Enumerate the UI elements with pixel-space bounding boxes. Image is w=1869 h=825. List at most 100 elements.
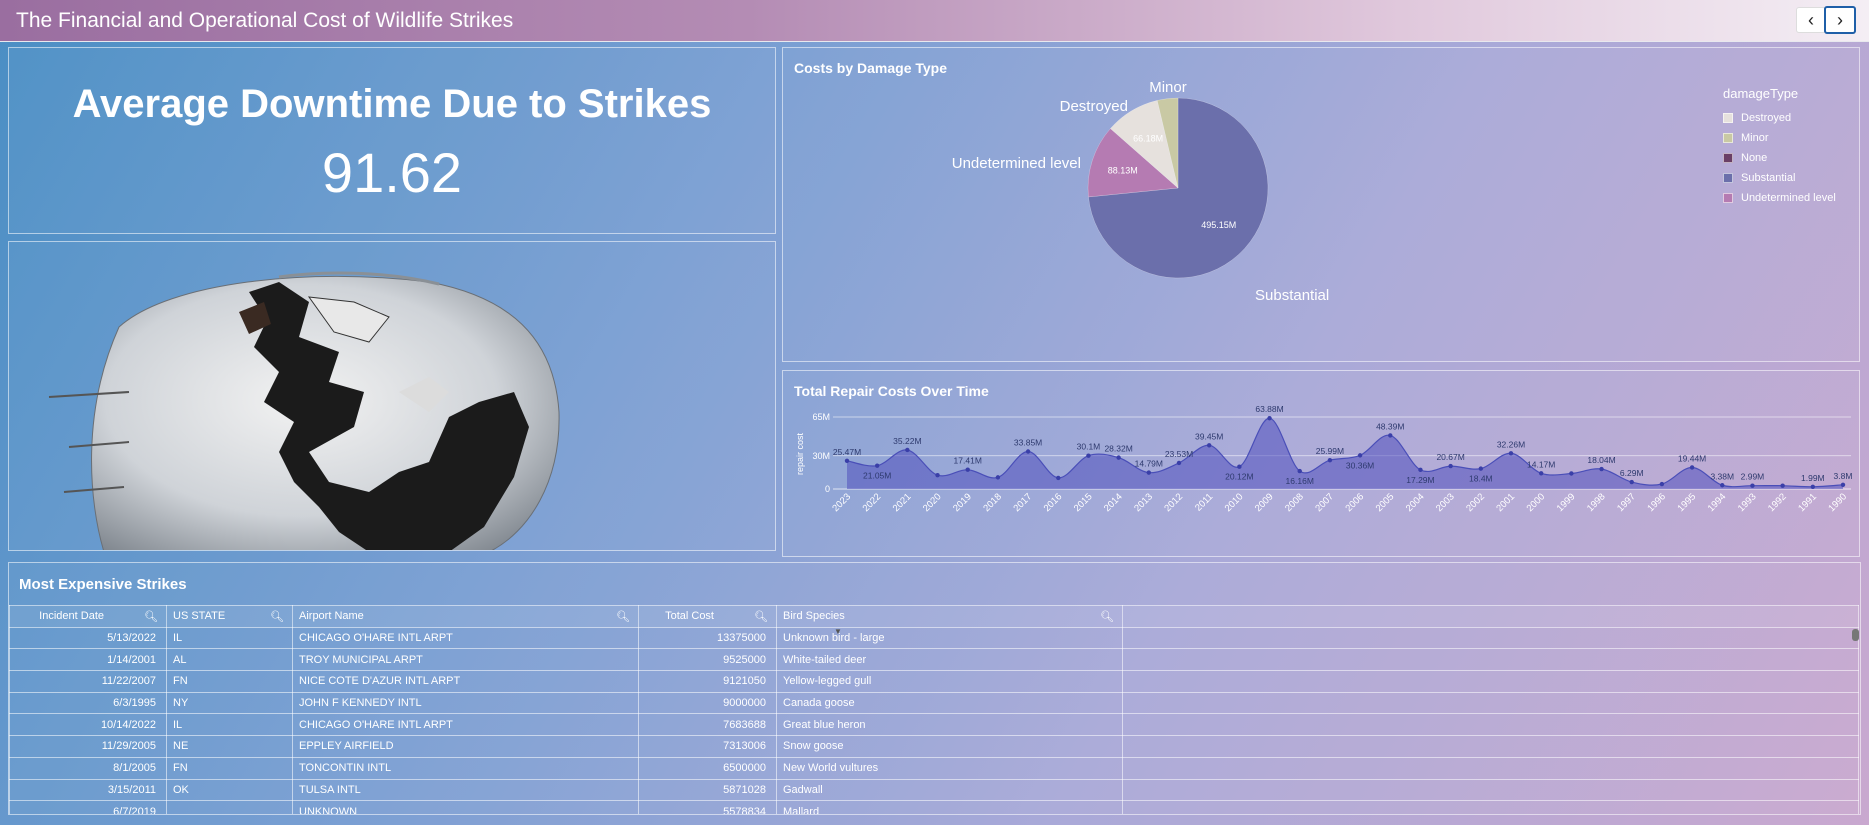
next-page-button[interactable]: › [1824, 6, 1856, 34]
data-point[interactable] [1840, 482, 1846, 487]
x-tick-label: 2006 [1343, 491, 1366, 514]
chevron-left-icon: ‹ [1808, 10, 1814, 30]
cell-empty [1122, 756, 1859, 780]
data-point[interactable] [1146, 470, 1152, 475]
search-icon[interactable]: 🔍︎ [616, 610, 630, 623]
data-point[interactable] [874, 463, 880, 468]
x-tick-label: 2011 [1193, 491, 1215, 513]
data-point[interactable] [905, 447, 910, 453]
data-point[interactable] [1388, 433, 1393, 438]
data-point[interactable] [1448, 463, 1453, 469]
data-point[interactable] [1086, 453, 1091, 458]
strikes-table: Incident Date 🔍︎ US STATE 🔍︎ Airport Name 🔍… [9, 605, 1859, 814]
table-row[interactable]: 11/22/2007 FN NICE COTE D'AZUR INTL ARPT 91… [9, 670, 1859, 693]
data-point[interactable] [1569, 471, 1574, 476]
cell-incident-date: 1/14/2001 [9, 648, 167, 672]
search-icon[interactable]: 🔍︎ [270, 610, 284, 623]
legend-item[interactable]: None [1723, 148, 1836, 168]
table-row[interactable]: 3/15/2011 OK TULSA INTL 5871028 Gadwall [9, 778, 1859, 802]
legend-label: Destroyed [1741, 111, 1792, 124]
column-header-incident-date[interactable]: Incident Date 🔍︎ [9, 605, 167, 628]
search-icon[interactable]: 🔍︎ [754, 610, 768, 623]
data-point[interactable] [1629, 479, 1634, 485]
data-point[interactable] [965, 467, 970, 472]
column-header-bird-species[interactable]: Bird Species 🔍︎ [776, 605, 1123, 628]
data-label: 3.38M [1710, 471, 1734, 481]
data-point[interactable] [995, 475, 1001, 480]
data-point[interactable] [1116, 455, 1121, 460]
pie-chart-title: Costs by Damage Type [794, 60, 948, 76]
legend-item[interactable]: Undetermined level [1723, 188, 1836, 208]
table-row[interactable]: 8/1/2005 FN TONCONTIN INTL 6500000 New World… [9, 756, 1859, 780]
data-label: 18.4M [1469, 474, 1493, 484]
search-icon[interactable]: 🔍︎ [144, 610, 158, 623]
data-point[interactable] [844, 458, 850, 463]
data-point[interactable] [1025, 449, 1031, 454]
cell-total-cost: 5871028 [638, 778, 777, 802]
column-header-us-state[interactable]: US STATE 🔍︎ [166, 605, 293, 628]
data-point[interactable] [1750, 483, 1755, 488]
pie-chart-panel[interactable]: Costs by Damage Type 495.15M Substantial 8… [782, 47, 1860, 362]
data-point[interactable] [1418, 467, 1423, 473]
dashboard-title: The Financial and Operational Cost of Wi… [16, 9, 514, 32]
table-row[interactable]: 10/14/2022 IL CHICAGO O'HARE INTL ARPT 7683… [9, 713, 1859, 737]
pie-category-label: Minor [1149, 79, 1187, 96]
column-header-airport-name[interactable]: Airport Name 🔍︎ [292, 605, 639, 628]
cell-bird-species: Gadwall [776, 778, 1123, 802]
data-point[interactable] [1056, 475, 1061, 481]
legend-item[interactable]: Minor [1723, 128, 1836, 148]
data-point[interactable] [1327, 458, 1333, 463]
pie-category-label: Substantial [1255, 287, 1329, 304]
column-header-empty [1122, 605, 1859, 628]
data-label: 3.8M [1834, 471, 1853, 481]
data-point[interactable] [1357, 453, 1363, 458]
data-point[interactable] [1237, 464, 1242, 469]
data-point[interactable] [1297, 468, 1302, 474]
search-icon[interactable]: 🔍︎ [1100, 610, 1114, 623]
column-header-total-cost[interactable]: Total Cost 🔍︎ [638, 605, 777, 628]
pie-chart[interactable]: 495.15M Substantial 88.13M Undetermined lev… [783, 48, 1861, 363]
data-point[interactable] [1689, 465, 1695, 470]
data-point[interactable] [1810, 484, 1816, 489]
area-chart-panel[interactable]: Total Repair Costs Over Time 0 30M 65M repa… [782, 370, 1860, 557]
cell-bird-species: New World vultures [776, 756, 1123, 780]
sort-descending-icon[interactable]: ▼ [834, 627, 842, 636]
data-point[interactable] [1267, 416, 1272, 421]
legend-item[interactable]: Substantial [1723, 168, 1836, 188]
table-row[interactable]: 1/14/2001 AL TROY MUNICIPAL ARPT 9525000 Whi… [9, 648, 1859, 672]
legend-label: Substantial [1741, 171, 1796, 184]
legend-label: Minor [1741, 131, 1769, 144]
pie-category-label: Undetermined level [952, 155, 1081, 172]
data-point[interactable] [1478, 466, 1484, 471]
data-point[interactable] [1206, 443, 1212, 448]
data-point[interactable] [1780, 483, 1785, 488]
data-label: 17.41M [954, 456, 982, 466]
data-point[interactable] [1659, 481, 1665, 487]
data-point[interactable] [1508, 451, 1514, 456]
cell-total-cost: 6500000 [638, 756, 777, 780]
legend-item[interactable]: Destroyed [1723, 108, 1836, 128]
data-point[interactable] [1720, 483, 1725, 488]
cell-empty [1122, 713, 1859, 737]
previous-page-button[interactable]: ‹ [1796, 7, 1826, 33]
table-row[interactable]: 6/3/1995 NY JOHN F KENNEDY INTL 9000000 Cana… [9, 691, 1859, 715]
x-tick-label: 1998 [1585, 491, 1608, 514]
data-point[interactable] [935, 472, 940, 478]
data-point[interactable] [1599, 466, 1604, 472]
area-chart-title: Total Repair Costs Over Time [794, 383, 989, 399]
table-row[interactable]: 11/29/2005 NE EPPLEY AIRFIELD 7313006 Snow g… [9, 735, 1859, 758]
data-point[interactable] [1176, 460, 1182, 466]
kpi-card-downtime[interactable]: Average Downtime Due to Strikes 91.62 [8, 47, 776, 234]
cell-empty [1122, 648, 1859, 672]
kpi-value: 91.62 [321, 141, 463, 204]
x-tick-label: 2019 [951, 491, 974, 514]
area-chart[interactable]: 0 30M 65M repair cost 25.47M 2023 21.05M 2022 35… [783, 371, 1861, 558]
y-tick-label: 30M [812, 451, 830, 461]
cell-bird-species: Yellow-legged gull [776, 670, 1123, 693]
vertical-scrollbar[interactable] [1852, 629, 1859, 641]
data-point[interactable] [1538, 471, 1544, 476]
x-tick-label: 2002 [1464, 491, 1487, 514]
table-row[interactable]: 6/7/2019 UNKNOWN 5578834 Mallard [9, 800, 1859, 814]
table-row[interactable]: 5/13/2022 IL CHICAGO O'HARE INTL ARPT 13375… [9, 626, 1859, 650]
data-label: 32.26M [1497, 439, 1525, 449]
